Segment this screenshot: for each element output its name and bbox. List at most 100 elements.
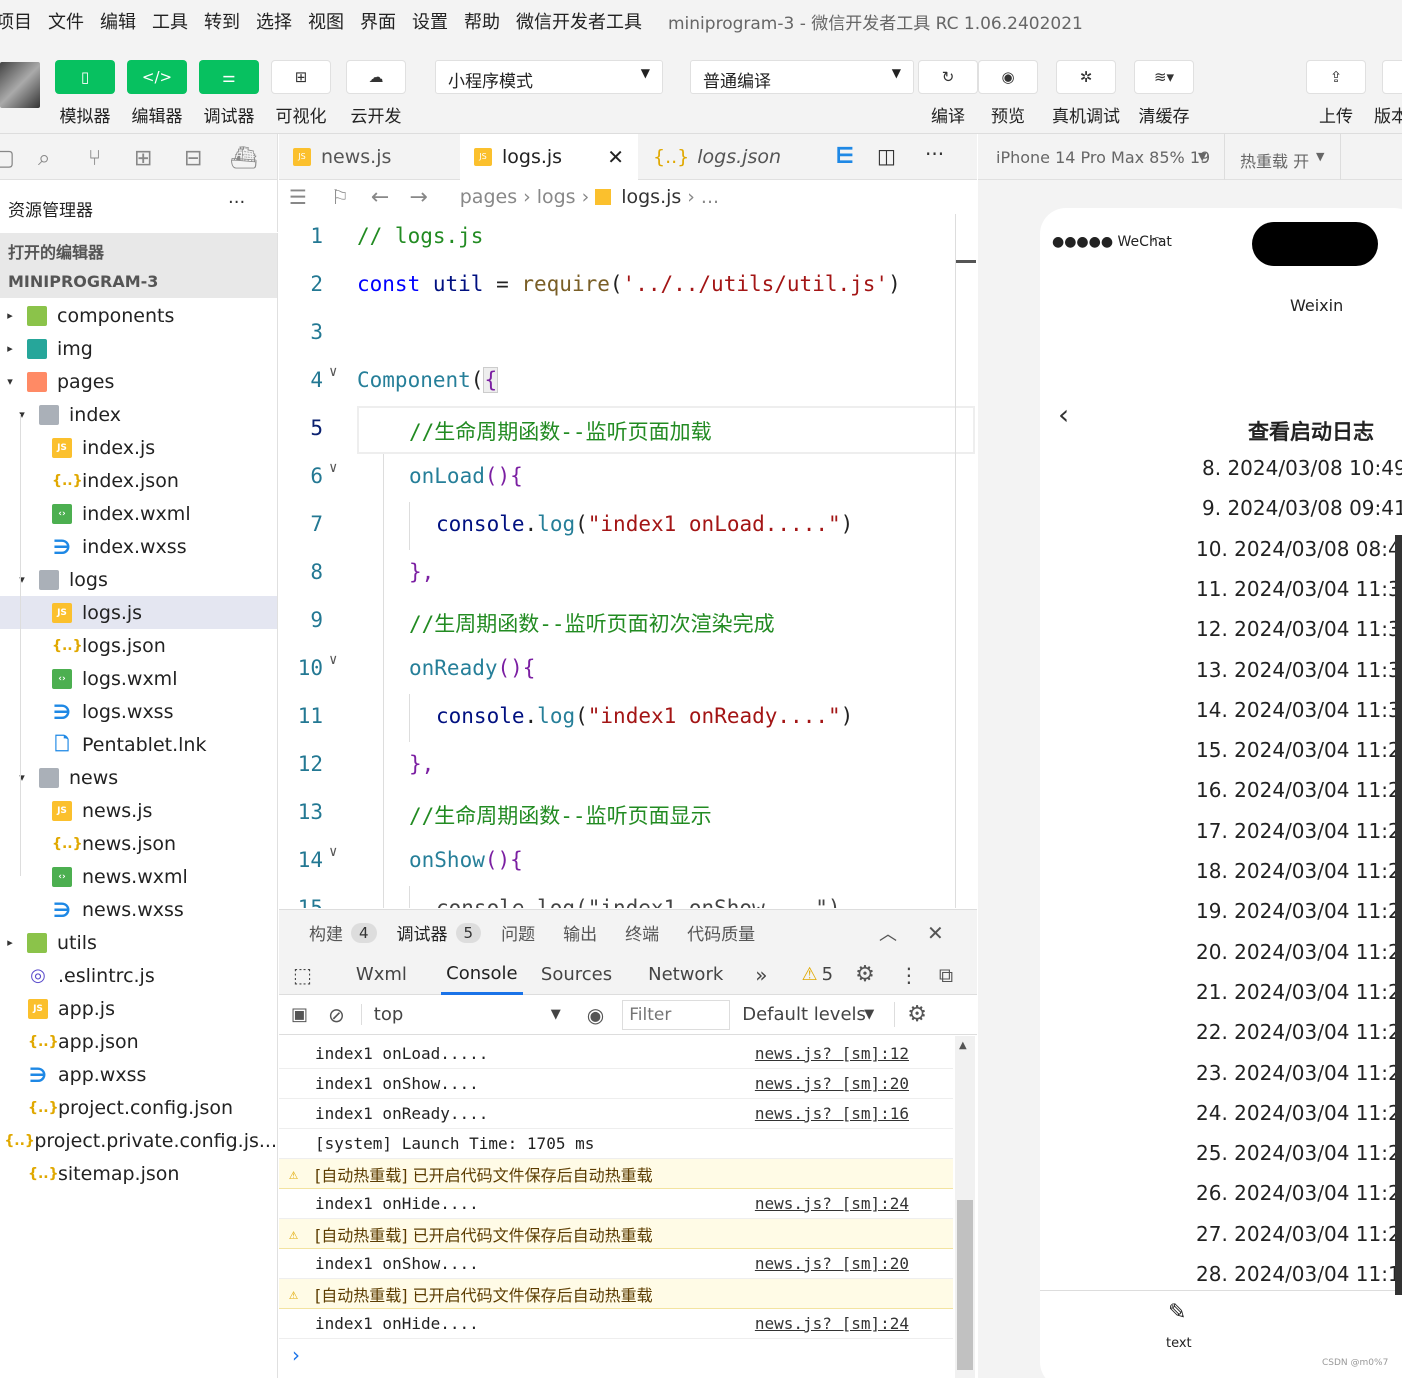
- list-icon[interactable]: ☰: [289, 185, 307, 209]
- device-select[interactable]: iPhone 14 Pro Max 85% 19: [996, 148, 1210, 167]
- visual-button[interactable]: ⊞: [271, 60, 331, 94]
- menu-wechat-devtools[interactable]: 微信开发者工具: [516, 8, 642, 34]
- tab-sources[interactable]: Sources: [541, 964, 612, 985]
- storage-icon[interactable]: ⊟: [184, 146, 202, 171]
- chevron-up-icon[interactable]: ︿: [879, 920, 897, 946]
- tab-console[interactable]: Console: [440, 955, 523, 995]
- tree-item[interactable]: {..} project.config.json: [0, 1091, 277, 1124]
- menu-file[interactable]: 文件: [48, 8, 84, 34]
- back-arrow-icon[interactable]: ←: [371, 185, 389, 210]
- remote-debug-button[interactable]: ✲: [1056, 60, 1116, 94]
- console-source-link[interactable]: news.js? [sm]:16: [755, 1104, 909, 1123]
- tab-debugger[interactable]: 调试器: [397, 920, 448, 945]
- context-select[interactable]: top ▼: [360, 1004, 575, 1025]
- tree-item[interactable]: ‹› news.wxml: [0, 860, 277, 893]
- menu-edit[interactable]: 编辑: [100, 8, 136, 34]
- tree-item[interactable]: ‹› index.wxml: [0, 497, 277, 530]
- mode-select[interactable]: 小程序模式 ▼: [435, 60, 663, 94]
- console-scrollbar[interactable]: ▲: [955, 1036, 975, 1378]
- project-section[interactable]: MINIPROGRAM-3: [0, 266, 278, 299]
- tab-network[interactable]: Network: [648, 964, 723, 985]
- tree-item[interactable]: JS news.js: [0, 794, 277, 827]
- crumb-logs[interactable]: logs: [537, 186, 576, 208]
- scroll-thumb[interactable]: [957, 1200, 973, 1370]
- tree-item[interactable]: ∋ index.wxss: [0, 530, 277, 563]
- files-icon[interactable]: ▢: [0, 146, 15, 171]
- tree-item[interactable]: ∋ app.wxss: [0, 1058, 277, 1091]
- compile-select[interactable]: 普通编译 ▼: [690, 60, 914, 94]
- scroll-up-icon[interactable]: ▲: [959, 1040, 967, 1051]
- tab-logs-json[interactable]: {..} logs.json: [639, 134, 819, 180]
- undock-icon[interactable]: ⧉: [939, 963, 953, 987]
- upload-button[interactable]: ⇪: [1306, 60, 1366, 94]
- tab-output[interactable]: 输出: [563, 920, 597, 945]
- close-icon[interactable]: ✕: [927, 921, 944, 945]
- sidebar-toggle-icon[interactable]: ▣: [291, 1004, 308, 1025]
- chevron-right-icon[interactable]: ▸: [3, 936, 17, 949]
- console-source-link[interactable]: news.js? [sm]:20: [755, 1074, 909, 1093]
- tree-item[interactable]: ▸ components: [0, 299, 277, 332]
- console-source-link[interactable]: news.js? [sm]:24: [755, 1194, 909, 1213]
- console-settings-icon[interactable]: ⚙: [894, 1002, 927, 1027]
- split-editor-icon[interactable]: ◫: [877, 144, 896, 168]
- tabbar-label[interactable]: text: [1166, 1336, 1192, 1351]
- chevron-down-icon[interactable]: ▾: [15, 408, 29, 421]
- simulator-button[interactable]: ▯: [55, 60, 115, 94]
- tree-item[interactable]: ◎ .eslintrc.js: [0, 959, 277, 992]
- compile-button[interactable]: ↻: [918, 60, 978, 94]
- tree-item[interactable]: ∋ logs.wxss: [0, 695, 277, 728]
- docker-icon[interactable]: ⛴: [230, 146, 258, 171]
- tabbar-icon[interactable]: ✎: [1168, 1300, 1186, 1325]
- git-branch-icon[interactable]: ⑂: [88, 146, 101, 171]
- warning-count[interactable]: 5: [822, 964, 833, 985]
- version-button[interactable]: [1382, 60, 1402, 94]
- tab-issues[interactable]: 问题: [501, 920, 535, 945]
- filter-input[interactable]: [622, 999, 731, 1030]
- css-icon[interactable]: ⋿: [835, 144, 855, 169]
- fold-chevron-icon[interactable]: ∨: [329, 652, 337, 668]
- crumb-pages[interactable]: pages: [460, 186, 517, 208]
- levels-select[interactable]: Default levels ▼: [742, 1004, 878, 1025]
- menu-select[interactable]: 选择: [256, 8, 292, 34]
- tree-item[interactable]: JS app.js: [0, 992, 277, 1025]
- preview-button[interactable]: ◉: [978, 60, 1038, 94]
- menu-tools[interactable]: 工具: [152, 8, 188, 34]
- console-source-link[interactable]: news.js? [sm]:24: [755, 1314, 909, 1333]
- tree-item[interactable]: {..} project.private.config.js...: [0, 1124, 277, 1157]
- chevron-down-icon[interactable]: ▾: [15, 573, 29, 586]
- inspect-icon[interactable]: ⬚: [293, 963, 312, 987]
- avatar[interactable]: [0, 62, 40, 108]
- tree-item[interactable]: ‹› logs.wxml: [0, 662, 277, 695]
- close-icon[interactable]: ✕: [607, 145, 624, 169]
- tree-item[interactable]: ▸ img: [0, 332, 277, 365]
- tree-item[interactable]: {..} news.json: [0, 827, 277, 860]
- back-arrow-icon[interactable]: ‹: [1058, 398, 1069, 431]
- menu-settings[interactable]: 设置: [412, 8, 448, 34]
- fold-chevron-icon[interactable]: ∨: [329, 460, 337, 476]
- more-tabs-icon[interactable]: »: [755, 963, 767, 987]
- clear-console-icon[interactable]: ⊘: [328, 1003, 345, 1027]
- fold-chevron-icon[interactable]: ∨: [329, 364, 337, 380]
- tab-terminal[interactable]: 终端: [625, 920, 659, 945]
- tree-item[interactable]: ▾ pages: [0, 365, 277, 398]
- tree-item[interactable]: {..} app.json: [0, 1025, 277, 1058]
- bookmark-icon[interactable]: ⚐: [331, 185, 349, 209]
- more-icon[interactable]: ···: [228, 192, 245, 213]
- menu-help[interactable]: 帮助: [464, 8, 500, 34]
- code-editor[interactable]: 1 2 3 4 5 6 7 8 9 10 11 12 13 14 15 ∨ ∨ ∨ ∨ // logs.js…: [279, 214, 977, 908]
- menu-project[interactable]: 项目: [0, 8, 32, 34]
- console-source-link[interactable]: news.js? [sm]:20: [755, 1254, 909, 1273]
- cloud-button[interactable]: ☁: [346, 60, 406, 94]
- tree-item[interactable]: {..} sitemap.json: [0, 1157, 277, 1190]
- chevron-down-icon[interactable]: ▾: [3, 375, 17, 388]
- menu-goto[interactable]: 转到: [204, 8, 240, 34]
- tree-item[interactable]: ∋ news.wxss: [0, 893, 277, 926]
- tab-logs-js[interactable]: JS logs.js ✕: [460, 134, 638, 180]
- clear-cache-button[interactable]: ≋▾: [1134, 60, 1194, 94]
- open-editors-section[interactable]: 打开的编辑器: [0, 233, 278, 266]
- crumb-more[interactable]: ...: [701, 186, 719, 208]
- gear-icon[interactable]: ⚙: [855, 962, 875, 987]
- forward-arrow-icon[interactable]: →: [409, 185, 427, 210]
- tree-item[interactable]: {..} logs.json: [0, 629, 277, 662]
- hot-reload-toggle[interactable]: 热重载 开: [1240, 148, 1309, 172]
